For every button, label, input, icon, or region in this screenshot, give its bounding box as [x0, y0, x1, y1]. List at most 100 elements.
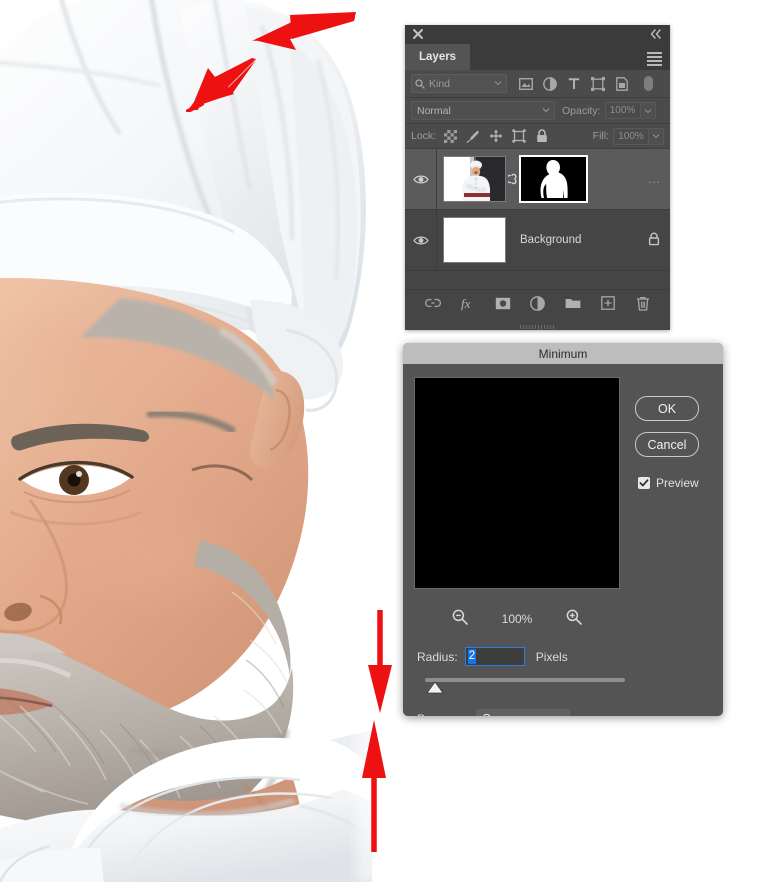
new-layer-icon[interactable]: [600, 295, 616, 311]
preserve-value: Squareness: [482, 712, 549, 717]
double-chevron-left-icon[interactable]: [649, 28, 663, 40]
lock-label: Lock:: [411, 130, 437, 142]
fill-label: Fill:: [592, 130, 609, 142]
lock-icons: [443, 129, 549, 143]
hamburger-menu-icon[interactable]: [647, 52, 662, 66]
cancel-button[interactable]: Cancel: [635, 432, 699, 457]
filter-enable-toggle[interactable]: [644, 76, 653, 91]
layer-locked-icon: [648, 232, 660, 249]
checkmark-icon: [639, 479, 649, 487]
layer-list-empty-area: [405, 271, 670, 289]
filter-kind-label: Kind: [429, 77, 451, 90]
svg-text:fx: fx: [461, 296, 471, 311]
dialog-title: Minimum: [538, 346, 588, 361]
filter-type-icons: [518, 76, 653, 91]
lock-row: Lock: Fill: 100%: [405, 124, 670, 149]
opacity-value[interactable]: 100%: [604, 102, 641, 119]
blend-mode-row: Normal Opacity: 100%: [405, 98, 670, 124]
layers-panel-tabbar: Layers: [405, 44, 670, 70]
blend-mode-value: Normal: [417, 104, 451, 117]
layer-style-fx-icon[interactable]: fx: [460, 295, 476, 311]
chevron-down-icon: [644, 108, 651, 113]
chevron-down-icon[interactable]: [494, 80, 502, 86]
tab-layers-label: Layers: [419, 51, 457, 63]
dialog-body: OK Cancel Preview 100% Radius: 2 Pixels: [403, 364, 723, 716]
preview-checkbox-row[interactable]: Preview: [638, 476, 699, 490]
lock-image-pixels-icon[interactable]: [466, 129, 480, 143]
layer-thumbnail[interactable]: [443, 156, 506, 202]
lock-transparent-pixels-icon[interactable]: [443, 129, 457, 143]
layer-visibility-toggle[interactable]: [405, 210, 437, 270]
ok-button-label: OK: [657, 401, 677, 416]
opacity-label: Opacity:: [562, 104, 601, 117]
shape-layer-filter-icon[interactable]: [590, 76, 605, 91]
tab-layers[interactable]: Layers: [405, 44, 471, 70]
adjustment-layer-filter-icon[interactable]: [542, 76, 557, 91]
layer-thumbnail[interactable]: [443, 217, 506, 263]
chevron-down-icon: [555, 716, 564, 717]
chevron-down-icon[interactable]: [542, 107, 550, 113]
preview-label: Preview: [656, 476, 699, 490]
blend-mode-select[interactable]: Normal: [411, 101, 555, 120]
new-adjustment-layer-icon[interactable]: [530, 295, 546, 311]
lock-position-icon[interactable]: [489, 129, 503, 143]
cancel-button-label: Cancel: [647, 437, 687, 452]
preserve-select[interactable]: Squareness: [476, 709, 571, 717]
eye-icon: [412, 236, 429, 244]
minimum-dialog[interactable]: Minimum OK Cancel Preview 100% Radius: 2…: [403, 343, 723, 716]
filter-preview[interactable]: [414, 377, 620, 589]
layer-name[interactable]: Background: [520, 234, 581, 246]
arrow-collar-down: [368, 610, 392, 713]
layer-mask-thumbnail[interactable]: [519, 155, 588, 203]
preserve-label: Preserve:: [417, 712, 468, 717]
radius-value: 2: [467, 649, 477, 664]
zoom-out-icon[interactable]: [452, 609, 468, 628]
close-icon[interactable]: [412, 28, 424, 40]
ok-button[interactable]: OK: [635, 396, 699, 421]
zoom-level: 100%: [501, 611, 533, 626]
lock-all-icon[interactable]: [535, 129, 549, 143]
layer-filter-row: Kind: [405, 70, 670, 98]
zoom-in-icon[interactable]: [566, 609, 583, 628]
radius-input[interactable]: 2: [464, 647, 525, 666]
layer-overflow-indicator[interactable]: ...: [648, 172, 661, 186]
lock-artboard-nesting-icon[interactable]: [512, 129, 526, 143]
layer-list: ... Background: [405, 149, 670, 289]
radius-slider-handle[interactable]: [426, 681, 448, 695]
add-layer-mask-icon[interactable]: [495, 295, 511, 311]
layers-panel[interactable]: Layers Kind Normal Opacity: 100% Lock: F…: [405, 25, 670, 330]
layers-panel-titlebar: [405, 25, 670, 44]
layer-mask-link-icon[interactable]: [506, 172, 520, 186]
pixel-layer-filter-icon[interactable]: [518, 76, 533, 91]
arrow-hat-fold: [186, 58, 256, 112]
radius-row: Radius: 2 Pixels: [417, 647, 568, 666]
new-group-icon[interactable]: [565, 295, 581, 311]
fill-stepper-chevron[interactable]: [649, 127, 664, 145]
chevron-down-icon: [652, 134, 660, 139]
filter-kind-select[interactable]: Kind: [411, 74, 507, 93]
layer-visibility-toggle[interactable]: [405, 149, 437, 209]
radius-label: Radius:: [417, 649, 458, 664]
layers-panel-footer: fx: [405, 289, 670, 329]
panel-resize-grip[interactable]: [519, 325, 556, 329]
preserve-row: Preserve: Squareness: [417, 709, 571, 717]
fill-value[interactable]: 100%: [613, 127, 649, 145]
radius-slider[interactable]: [417, 676, 627, 695]
table-row[interactable]: Background: [405, 210, 670, 271]
dialog-titlebar[interactable]: Minimum: [403, 343, 723, 364]
preview-checkbox[interactable]: [638, 477, 650, 489]
radius-units-label: Pixels: [535, 649, 568, 664]
type-layer-filter-icon[interactable]: [566, 76, 581, 91]
eye-icon: [412, 175, 429, 183]
delete-layer-icon[interactable]: [635, 295, 651, 311]
radius-slider-track: [425, 678, 625, 682]
search-icon: [415, 78, 425, 89]
link-layers-icon[interactable]: [424, 295, 441, 311]
layers-panel-body: Kind Normal Opacity: 100% Lock: Fill: 10…: [405, 70, 670, 329]
opacity-stepper-chevron[interactable]: [640, 102, 656, 119]
smart-object-filter-icon[interactable]: [614, 76, 629, 91]
arrow-hat-top-right: [252, 12, 356, 50]
table-row[interactable]: ...: [405, 149, 670, 210]
arrow-collar-up: [362, 720, 386, 852]
preview-zoom-controls: 100%: [414, 609, 620, 628]
